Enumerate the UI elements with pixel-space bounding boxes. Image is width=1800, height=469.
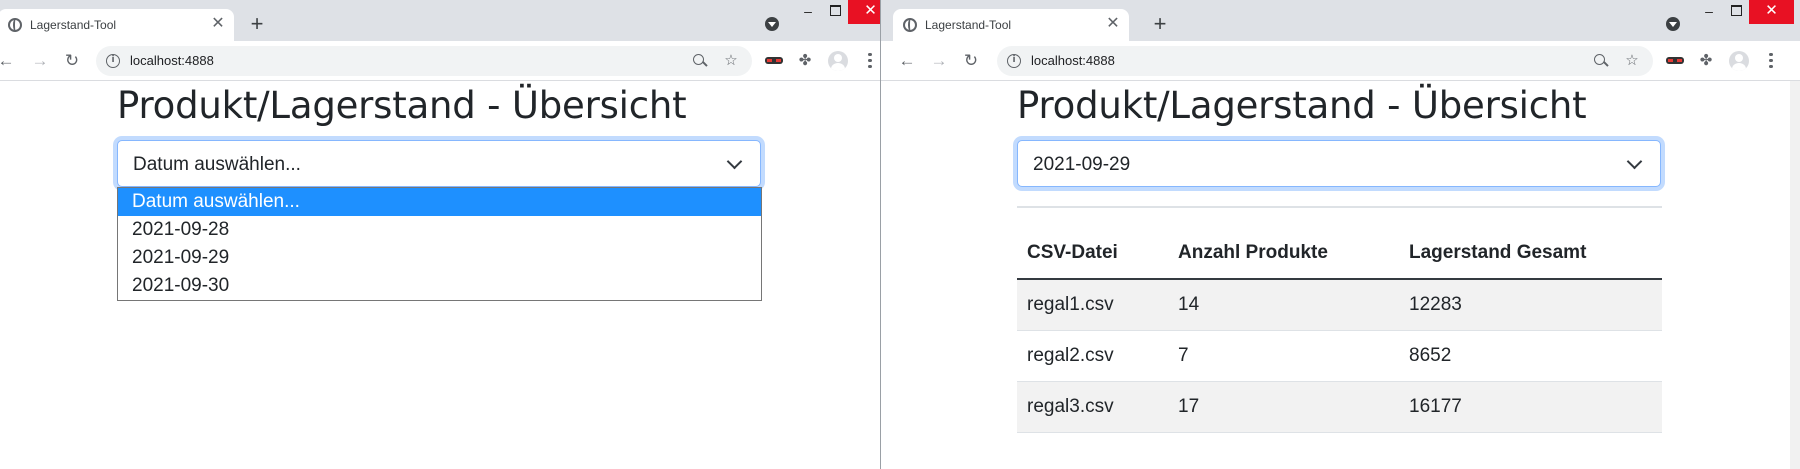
minimize-button[interactable]: – [796,0,820,24]
table-cell: regal3.csv [1017,381,1168,433]
chevron-down-icon [726,153,743,170]
column-header: Anzahl Produkte [1168,228,1399,280]
zoom-icon[interactable] [691,52,709,70]
table-row: regal3.csv 17 16177 [1017,381,1662,433]
date-select[interactable]: 2021-09-29 [1017,140,1661,187]
table-cell: regal1.csv [1017,279,1168,331]
page-content: Produkt/Lagerstand - Übersicht Datum aus… [0,82,880,469]
puzzle-icon[interactable]: ✤ [796,52,814,70]
column-header: CSV-Datei [1017,228,1168,280]
forward-arrow-icon[interactable]: → [927,49,951,73]
dropdown-option[interactable]: Datum auswählen... [118,188,761,216]
page-content: Produkt/Lagerstand - Übersicht 2021-09-2… [881,82,1800,469]
plus-icon[interactable]: + [245,13,269,37]
globe-icon [903,18,917,32]
info-icon[interactable]: i [106,54,120,68]
date-select[interactable]: Datum auswählen... [117,140,761,187]
tab-title: Lagerstand-Tool [925,18,1012,32]
close-icon[interactable]: ✕ [210,16,226,32]
browser-window-left: Lagerstand-Tool ✕ + – ✕ ← → ↻ i localhos… [0,0,880,469]
back-arrow-icon[interactable]: ← [895,49,919,73]
tab-search-icon[interactable] [1666,17,1680,31]
close-icon[interactable]: ✕ [1105,16,1121,32]
kebab-menu-icon[interactable] [867,51,873,71]
puzzle-icon[interactable]: ✤ [1697,52,1715,70]
browser-tab[interactable]: Lagerstand-Tool ✕ [893,9,1129,41]
tab-strip: Lagerstand-Tool ✕ + – ✕ [0,0,880,41]
star-icon[interactable]: ☆ [722,52,740,70]
table-cell: 12283 [1399,279,1662,331]
table-header-row: CSV-Datei Anzahl Produkte Lagerstand Ges… [1017,228,1662,280]
column-header: Lagerstand Gesamt [1399,228,1662,280]
select-value: Datum auswählen... [133,154,301,175]
table-cell: 17 [1168,381,1399,433]
window-close-button[interactable]: ✕ [848,0,880,24]
avatar-icon[interactable] [828,51,848,71]
tab-search-icon[interactable] [765,17,779,31]
dropdown-option[interactable]: 2021-09-29 [118,244,761,272]
address-bar[interactable]: i localhost:4888 ☆ [96,46,752,76]
kebab-menu-icon[interactable] [1768,51,1774,71]
table-cell: 8652 [1399,330,1662,382]
page-title: Produkt/Lagerstand - Übersicht [1017,84,1587,127]
zoom-icon[interactable] [1592,52,1610,70]
minimize-button[interactable]: – [1697,0,1721,24]
star-icon[interactable]: ☆ [1623,52,1641,70]
table-row: regal2.csv 7 8652 [1017,330,1662,382]
browser-window-right: Lagerstand-Tool ✕ + – ✕ ← → ↻ i localhos… [881,0,1800,469]
maximize-button[interactable] [1724,0,1748,24]
divider-line [1017,206,1662,208]
url-text[interactable]: localhost:4888 [130,53,214,68]
table-cell: 14 [1168,279,1399,331]
back-arrow-icon[interactable]: ← [0,49,18,73]
table-row: regal1.csv 14 12283 [1017,279,1662,331]
results-table: CSV-Datei Anzahl Produkte Lagerstand Ges… [1017,228,1662,433]
browser-tab[interactable]: Lagerstand-Tool ✕ [0,9,234,41]
window-close-button[interactable]: ✕ [1749,0,1794,24]
dropdown-option[interactable]: 2021-09-28 [118,216,761,244]
dropdown-option[interactable]: 2021-09-30 [118,272,761,300]
maximize-button[interactable] [823,0,847,24]
globe-icon [8,18,22,32]
table-cell: regal2.csv [1017,330,1168,382]
mask-extension-icon[interactable] [765,52,783,70]
table-cell: 7 [1168,330,1399,382]
forward-arrow-icon[interactable]: → [28,49,52,73]
info-icon[interactable]: i [1007,54,1021,68]
browser-toolbar: ← → ↻ i localhost:4888 ☆ ✤ [0,41,880,81]
plus-icon[interactable]: + [1148,13,1172,37]
date-dropdown-list: Datum auswählen... 2021-09-28 2021-09-29… [117,187,762,301]
tab-title: Lagerstand-Tool [30,18,117,32]
url-text[interactable]: localhost:4888 [1031,53,1115,68]
table-cell: 16177 [1399,381,1662,433]
page-title: Produkt/Lagerstand - Übersicht [117,84,687,127]
browser-toolbar: ← → ↻ i localhost:4888 ☆ ✤ [881,41,1800,81]
avatar-icon[interactable] [1729,51,1749,71]
chevron-down-icon [1626,153,1643,170]
reload-icon[interactable]: ↻ [60,49,84,73]
reload-icon[interactable]: ↻ [959,49,983,73]
tab-strip: Lagerstand-Tool ✕ + – ✕ [881,0,1800,41]
select-value: 2021-09-29 [1033,154,1131,175]
address-bar[interactable]: i localhost:4888 ☆ [997,46,1653,76]
mask-extension-icon[interactable] [1666,52,1684,70]
